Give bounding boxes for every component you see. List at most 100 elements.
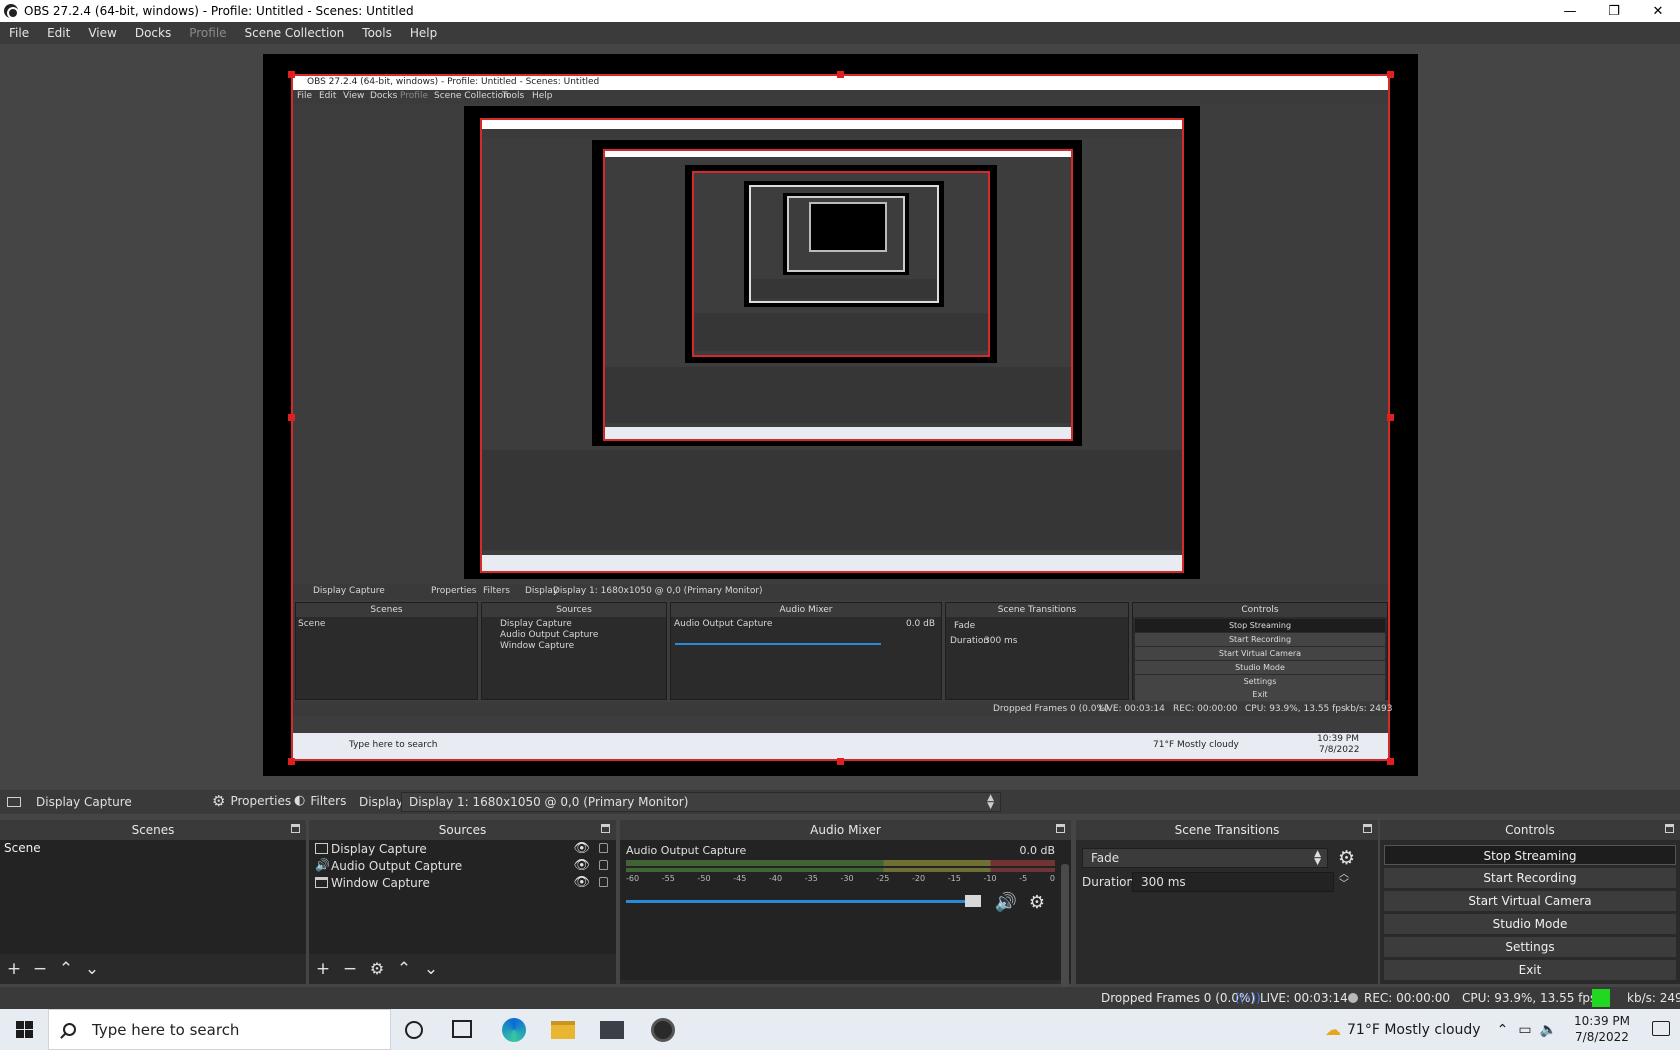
- scenes-list[interactable]: Scene: [0, 840, 306, 954]
- mixer-gear-icon[interactable]: ⚙: [1029, 892, 1045, 913]
- cortana-icon[interactable]: [405, 1021, 423, 1039]
- studio-mode-button[interactable]: Studio Mode: [1384, 914, 1676, 934]
- scenes-header: Scenes: [0, 820, 306, 840]
- clock-date: 7/8/2022: [1575, 1030, 1629, 1044]
- menu-file[interactable]: File: [0, 26, 38, 40]
- display-select[interactable]: Display 1: 1680x1050 @ 0,0 (Primary Moni…: [401, 792, 1001, 812]
- source-properties-gear-icon[interactable]: ⚙: [369, 961, 385, 977]
- mail-icon[interactable]: [600, 1021, 624, 1039]
- properties-button[interactable]: ⚙ Properties: [212, 792, 291, 810]
- undock-icon[interactable]: [1665, 824, 1674, 833]
- volume-slider-track[interactable]: [626, 900, 967, 903]
- taskbar-search[interactable]: Type here to search: [48, 1009, 391, 1050]
- resize-handle-left[interactable]: [288, 414, 295, 421]
- transition-select[interactable]: Fade ▲ ▼: [1082, 848, 1328, 868]
- sources-list[interactable]: Display Capture 👁 🔊 Audio Output Capture…: [309, 840, 616, 954]
- scene-item[interactable]: Scene: [0, 840, 306, 857]
- captured-source-toolbar: Display Capture Properties Filters Displ…: [293, 584, 1388, 600]
- level4-canvas: [744, 181, 944, 307]
- volume-muted-icon[interactable]: 🔈: [1540, 1022, 1557, 1038]
- undock-icon[interactable]: [291, 824, 300, 833]
- add-scene-button[interactable]: +: [6, 961, 22, 978]
- move-scene-down-button[interactable]: ⌄: [84, 961, 100, 978]
- close-button[interactable]: ✕: [1636, 0, 1680, 22]
- menu-tools[interactable]: Tools: [353, 26, 401, 40]
- menu-scene-collection[interactable]: Scene Collection: [236, 26, 354, 40]
- windows-start-icon[interactable]: [16, 1021, 33, 1038]
- captured-rec: REC: 00:00:00: [1173, 704, 1238, 714]
- source-item-audio-output-capture[interactable]: 🔊 Audio Output Capture 👁: [309, 857, 616, 874]
- chevron-up-icon[interactable]: ⌃: [1497, 1022, 1509, 1038]
- menu-docks[interactable]: Docks: [126, 26, 180, 40]
- undock-icon[interactable]: [601, 824, 610, 833]
- exit-button[interactable]: Exit: [1384, 960, 1676, 980]
- remove-source-button[interactable]: −: [342, 961, 358, 978]
- settings-button[interactable]: Settings: [1384, 937, 1676, 957]
- sources-dock: Sources Display Capture 👁 🔊 Audio Output…: [309, 820, 616, 984]
- source-item-window-capture[interactable]: Window Capture 👁: [309, 874, 616, 891]
- remove-scene-button[interactable]: −: [32, 961, 48, 978]
- preview-canvas[interactable]: OBS 27.2.4 (64-bit, windows) - Profile: …: [263, 54, 1418, 776]
- undock-icon[interactable]: [1363, 824, 1372, 833]
- selected-source: Display Capture: [7, 795, 132, 809]
- network-icon[interactable]: ▭: [1518, 1022, 1531, 1038]
- transition-gear-icon[interactable]: ⚙: [1338, 847, 1355, 869]
- start-virtual-camera-button[interactable]: Start Virtual Camera: [1384, 891, 1676, 911]
- sources-header: Sources: [309, 820, 616, 840]
- eye-icon[interactable]: 👁: [573, 841, 590, 856]
- duration-spin-icon[interactable]: ︿ ﹀: [1339, 870, 1349, 890]
- add-source-button[interactable]: +: [315, 961, 331, 978]
- meter-ticks: -60 -55 -50 -45 -40 -35 -30 -25 -20 -15 …: [626, 874, 1055, 886]
- resize-handle-top[interactable]: [837, 71, 844, 78]
- duration-input[interactable]: 300 ms: [1132, 872, 1334, 892]
- eye-icon[interactable]: 👁: [573, 875, 590, 890]
- level2-title-bar: [482, 120, 1182, 129]
- resize-handle-top-left[interactable]: [288, 71, 295, 78]
- tick-label: -45: [733, 874, 747, 883]
- menu-view[interactable]: View: [79, 26, 125, 40]
- eye-icon[interactable]: 👁: [573, 858, 590, 873]
- menu-edit[interactable]: Edit: [38, 26, 79, 40]
- move-source-up-button[interactable]: ⌃: [396, 961, 412, 978]
- dropped-frames: Dropped Frames 0 (0.0%): [1101, 991, 1256, 1005]
- lock-icon[interactable]: [599, 877, 608, 887]
- properties-label: Properties: [230, 794, 292, 808]
- tick-label: -30: [840, 874, 854, 883]
- stop-streaming-button[interactable]: Stop Streaming: [1384, 845, 1676, 865]
- task-view-icon[interactable]: [452, 1020, 472, 1038]
- filters-button[interactable]: ◐ Filters: [294, 793, 346, 808]
- transitions-title: Scene Transitions: [1174, 823, 1280, 837]
- captured-screen[interactable]: OBS 27.2.4 (64-bit, windows) - Profile: …: [291, 74, 1392, 761]
- obs-taskbar-icon[interactable]: [651, 1018, 675, 1042]
- resize-handle-bottom-left[interactable]: [288, 758, 295, 765]
- minimize-button[interactable]: —: [1548, 0, 1592, 22]
- mixer-scrollbar[interactable]: [1061, 864, 1069, 988]
- notification-icon[interactable]: [1652, 1021, 1670, 1036]
- start-recording-button[interactable]: Start Recording: [1384, 868, 1676, 888]
- chevron-updown-icon: ▲ ▼: [987, 793, 994, 811]
- window-controls: — ❐ ✕: [1548, 0, 1680, 22]
- move-scene-up-button[interactable]: ⌃: [58, 961, 74, 978]
- volume-slider-handle[interactable]: [965, 895, 981, 907]
- taskbar-clock[interactable]: 10:39 PM 7/8/2022: [1574, 1013, 1630, 1045]
- lock-icon[interactable]: [599, 843, 608, 853]
- restore-button[interactable]: ❐: [1592, 0, 1636, 22]
- speaker-icon[interactable]: 🔊: [995, 892, 1017, 913]
- menu-help[interactable]: Help: [401, 26, 446, 40]
- level5-canvas: [783, 193, 909, 275]
- resize-handle-right[interactable]: [1387, 414, 1394, 421]
- undock-icon[interactable]: [1056, 824, 1065, 833]
- source-item-display-capture[interactable]: Display Capture 👁: [309, 840, 616, 857]
- lock-icon[interactable]: [599, 860, 608, 870]
- speaker-icon: 🔊: [315, 858, 330, 872]
- edge-browser-icon[interactable]: [502, 1018, 526, 1042]
- resize-handle-bottom-right[interactable]: [1387, 758, 1394, 765]
- mixer-channel-level: 0.0 dB: [1019, 844, 1055, 857]
- move-source-down-button[interactable]: ⌄: [423, 961, 439, 978]
- transition-select-value: Fade: [1091, 851, 1120, 865]
- menu-profile[interactable]: Profile: [180, 26, 235, 40]
- weather-text[interactable]: 71°F Mostly cloudy: [1347, 1022, 1481, 1038]
- resize-handle-bottom[interactable]: [837, 758, 844, 765]
- resize-handle-top-right[interactable]: [1387, 71, 1394, 78]
- file-explorer-icon[interactable]: [551, 1021, 575, 1039]
